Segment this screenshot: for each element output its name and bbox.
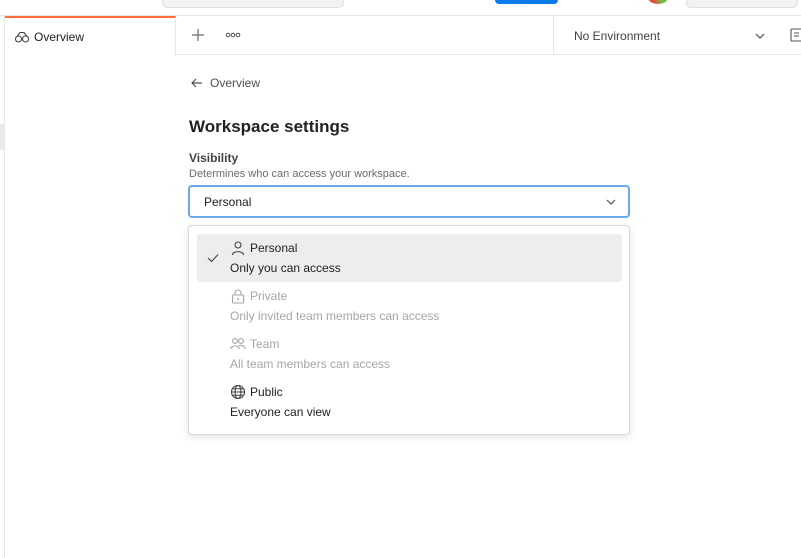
tab-bar: Overview No Environment	[5, 16, 801, 55]
tab-overview[interactable]: Overview	[5, 16, 176, 55]
visibility-option-public[interactable]: Public Everyone can view	[197, 378, 622, 426]
visibility-description: Determines who can access your workspace…	[189, 168, 410, 180]
visibility-select[interactable]: Personal	[188, 185, 630, 218]
visibility-option-personal[interactable]: Personal Only you can access	[197, 234, 622, 282]
visibility-label: Visibility	[189, 151, 239, 165]
chevron-down-icon	[604, 195, 618, 209]
chevron-down-icon	[753, 29, 767, 43]
sidebar	[0, 16, 5, 558]
back-link-label: Overview	[210, 76, 261, 90]
tab-label: Overview	[34, 29, 85, 44]
environment-quick-look-icon	[789, 27, 801, 43]
header-search-input[interactable]	[162, 0, 344, 8]
arrow-left-icon	[189, 75, 205, 91]
environment-selector[interactable]: No Environment	[553, 16, 779, 55]
option-description: Only you can access	[230, 261, 341, 275]
more-tabs-button[interactable]	[223, 25, 243, 45]
visibility-option-team: Team All team members can access	[197, 330, 622, 378]
option-name: Personal	[250, 241, 298, 255]
option-description: Only invited team members can access	[230, 309, 440, 323]
option-name: Public	[250, 385, 283, 399]
app-header	[0, 0, 801, 16]
option-description: Everyone can view	[230, 405, 331, 419]
avatar[interactable]	[648, 0, 668, 4]
lock-icon	[230, 288, 246, 304]
back-link[interactable]: Overview	[189, 75, 260, 91]
team-icon	[230, 336, 246, 352]
option-description: All team members can access	[230, 357, 391, 371]
workspace-icon	[14, 29, 30, 45]
page-title: Workspace settings	[189, 117, 350, 136]
person-icon	[230, 240, 246, 256]
option-name: Team	[250, 337, 280, 351]
visibility-dropdown-menu: Personal Only you can access Private Onl…	[188, 225, 630, 435]
header-primary-button[interactable]	[495, 0, 558, 4]
visibility-selected-value: Personal	[204, 194, 252, 209]
environment-quick-look-button[interactable]	[789, 27, 801, 43]
checkmark-icon	[206, 251, 220, 265]
sidebar-item[interactable]	[0, 124, 4, 150]
header-field[interactable]	[686, 0, 798, 8]
option-name: Private	[250, 289, 288, 303]
environment-label: No Environment	[574, 28, 661, 43]
plus-icon	[191, 28, 205, 42]
more-horizontal-icon	[225, 32, 241, 38]
visibility-option-private: Private Only invited team members can ac…	[197, 282, 622, 330]
globe-icon	[230, 384, 246, 400]
new-tab-button[interactable]	[188, 25, 208, 45]
